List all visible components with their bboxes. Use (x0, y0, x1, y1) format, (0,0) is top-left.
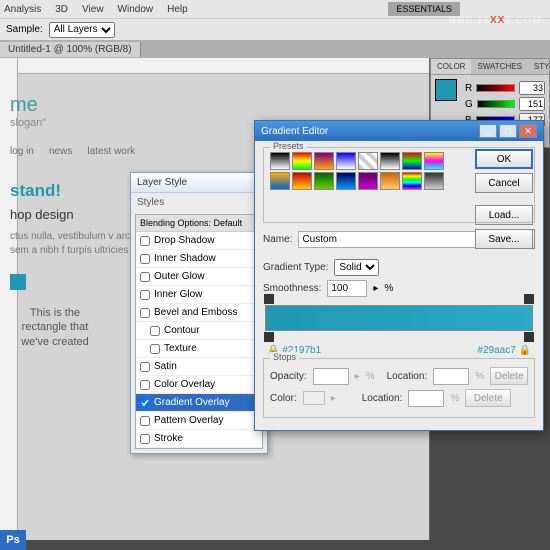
style-item-texture[interactable]: Texture (136, 340, 262, 358)
mock-nav: log in news latest work (10, 145, 170, 157)
preset-swatch-9[interactable] (292, 172, 312, 190)
watermark: BBS.16XX8.COM (449, 10, 542, 26)
gradient-editor-dialog: Gradient Editor _ □ ✕ OK Cancel Load... … (254, 120, 544, 431)
menu-view[interactable]: View (82, 4, 104, 15)
gradient-type-label: Gradient Type: (263, 262, 328, 273)
style-checkbox[interactable] (150, 344, 160, 354)
tab-color[interactable]: COLOR (431, 59, 471, 74)
preset-swatch-12[interactable] (358, 172, 378, 190)
menu-window[interactable]: Window (118, 4, 154, 15)
mock-slogan: slogan" (10, 117, 170, 129)
stop-color-location-input (408, 390, 444, 407)
preset-grid (270, 152, 444, 190)
input-g[interactable] (519, 97, 545, 111)
style-checkbox[interactable] (140, 398, 150, 408)
input-r[interactable] (519, 81, 545, 95)
preset-swatch-1[interactable] (292, 152, 312, 170)
layer-style-dialog: Layer Style Styles Blending Options: Def… (130, 172, 268, 454)
gradient-name-input[interactable] (298, 231, 487, 248)
color-stop-left[interactable] (264, 332, 274, 342)
style-item-contour[interactable]: Contour (136, 322, 262, 340)
maximize-icon[interactable]: □ (499, 124, 517, 138)
presets-label: Presets (270, 141, 307, 151)
ruler-horizontal (18, 58, 429, 74)
preset-swatch-0[interactable] (270, 152, 290, 170)
preset-swatch-2[interactable] (314, 152, 334, 170)
preset-swatch-6[interactable] (402, 152, 422, 170)
gradient-bar[interactable] (265, 305, 533, 331)
delete-color-stop-button: Delete (465, 389, 511, 407)
preset-swatch-3[interactable] (336, 152, 356, 170)
preset-swatch-7[interactable] (424, 152, 444, 170)
sample-label: Sample: (6, 24, 43, 35)
preset-swatch-15[interactable] (424, 172, 444, 190)
style-item-stroke[interactable]: Stroke (136, 430, 262, 448)
preset-swatch-14[interactable] (402, 172, 422, 190)
styles-label: Styles (131, 193, 267, 212)
hex-right: #29aac7 🔒 (477, 345, 531, 356)
gradient-editor-titlebar[interactable]: Gradient Editor _ □ ✕ (255, 121, 543, 141)
style-item-satin[interactable]: Satin (136, 358, 262, 376)
close-icon[interactable]: ✕ (519, 124, 537, 138)
style-checkbox[interactable] (140, 272, 150, 282)
stops-label: Stops (270, 352, 299, 362)
slider-r[interactable] (476, 84, 515, 92)
minimize-icon[interactable]: _ (479, 124, 497, 138)
gradient-type-select[interactable]: Solid (334, 259, 379, 276)
smoothness-input[interactable] (327, 280, 367, 297)
color-stop-right[interactable] (524, 332, 534, 342)
style-item-inner-shadow[interactable]: Inner Shadow (136, 250, 262, 268)
style-item-outer-glow[interactable]: Outer Glow (136, 268, 262, 286)
style-checkbox[interactable] (140, 362, 150, 372)
dropdown-icon[interactable]: ▸ (373, 283, 378, 294)
foreground-color[interactable] (435, 79, 457, 101)
opacity-stop-left[interactable] (264, 294, 274, 304)
style-checkbox[interactable] (140, 254, 150, 264)
ps-icon[interactable]: Ps (0, 530, 26, 550)
delete-opacity-stop-button: Delete (490, 367, 528, 385)
smoothness-label: Smoothness: (263, 283, 321, 294)
preset-swatch-4[interactable] (358, 152, 378, 170)
style-checkbox[interactable] (140, 308, 150, 318)
style-checkbox[interactable] (150, 326, 160, 336)
tab-styles[interactable]: STYLES (528, 59, 550, 74)
rectangle-sample (10, 274, 26, 290)
style-item-inner-glow[interactable]: Inner Glow (136, 286, 262, 304)
preset-swatch-10[interactable] (314, 172, 334, 190)
sample-select[interactable]: All Layers (49, 22, 115, 38)
slider-g[interactable] (477, 100, 515, 108)
style-list: Blending Options: Default Drop ShadowInn… (135, 214, 263, 449)
stop-opacity-location-input (433, 368, 469, 385)
style-item-color-overlay[interactable]: Color Overlay (136, 376, 262, 394)
preset-swatch-8[interactable] (270, 172, 290, 190)
style-checkbox[interactable] (140, 290, 150, 300)
menu-3d[interactable]: 3D (55, 4, 68, 15)
style-checkbox[interactable] (140, 434, 150, 444)
preset-swatch-5[interactable] (380, 152, 400, 170)
style-item-bevel-and-emboss[interactable]: Bevel and Emboss (136, 304, 262, 322)
save-button[interactable]: Save... (475, 229, 533, 249)
blending-options-header[interactable]: Blending Options: Default (136, 215, 262, 232)
style-checkbox[interactable] (140, 380, 150, 390)
annotation-text: This is the rectangle that we've created (10, 306, 100, 349)
mock-title: me (10, 94, 170, 117)
style-item-gradient-overlay[interactable]: Gradient Overlay (136, 394, 262, 412)
style-item-drop-shadow[interactable]: Drop Shadow (136, 232, 262, 250)
stop-color-swatch (303, 391, 325, 405)
document-tab[interactable]: Untitled-1 @ 100% (RGB/8) (0, 42, 141, 57)
layer-style-titlebar[interactable]: Layer Style (131, 173, 267, 193)
style-checkbox[interactable] (140, 236, 150, 246)
style-checkbox[interactable] (140, 416, 150, 426)
style-item-pattern-overlay[interactable]: Pattern Overlay (136, 412, 262, 430)
tab-swatches[interactable]: SWATCHES (471, 59, 527, 74)
menu-analysis[interactable]: Analysis (4, 4, 41, 15)
stop-opacity-input (313, 368, 349, 385)
opacity-stop-right[interactable] (524, 294, 534, 304)
menu-help[interactable]: Help (167, 4, 188, 15)
preset-swatch-11[interactable] (336, 172, 356, 190)
preset-swatch-13[interactable] (380, 172, 400, 190)
document-tab-bar: Untitled-1 @ 100% (RGB/8) (0, 40, 550, 58)
name-label: Name: (263, 234, 292, 245)
